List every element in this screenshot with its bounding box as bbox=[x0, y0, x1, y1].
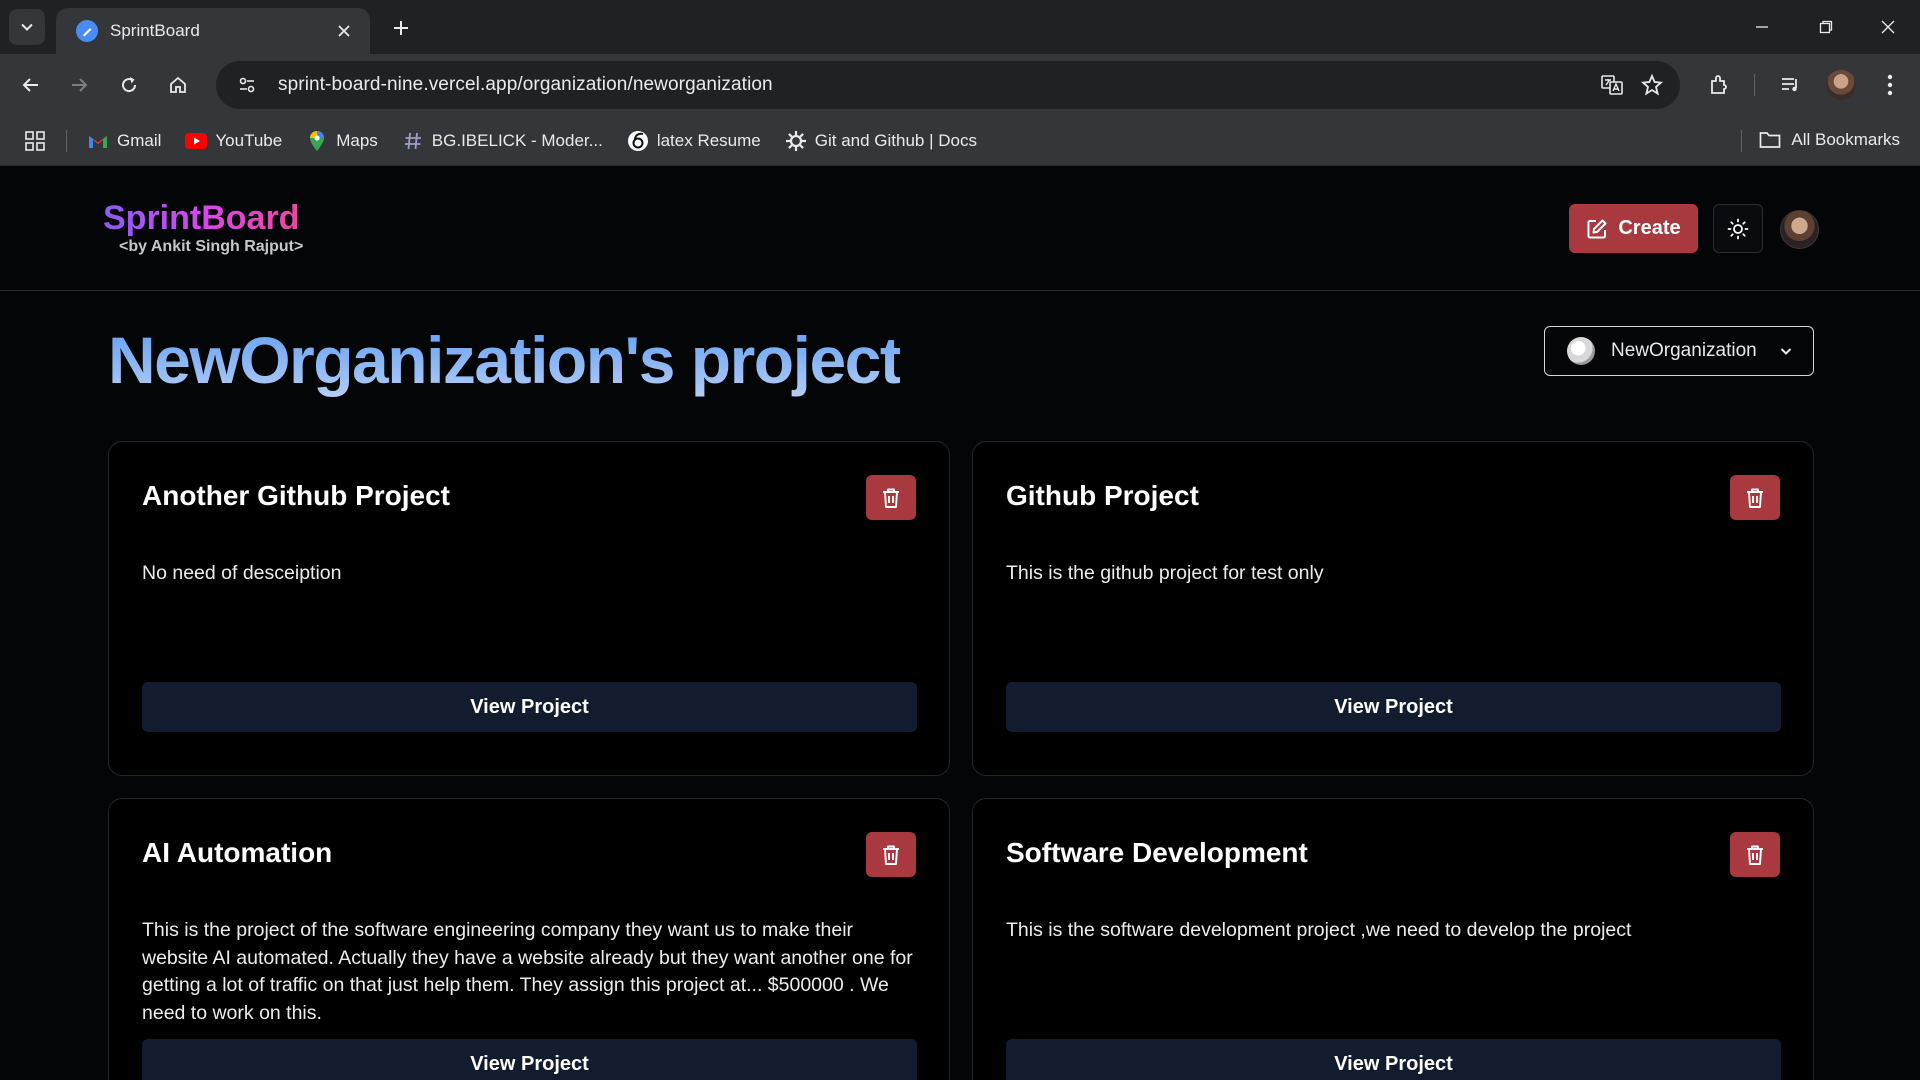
chevron-down-icon bbox=[21, 23, 33, 31]
tab-close-icon[interactable] bbox=[332, 19, 356, 43]
page-title: NewOrganization's project bbox=[108, 321, 902, 400]
translate-icon[interactable] bbox=[1592, 65, 1632, 105]
project-title: AI Automation bbox=[142, 837, 333, 868]
browser-tab-active[interactable]: SprintBoard bbox=[56, 8, 370, 54]
browser-tab-bar: SprintBoard bbox=[0, 0, 1920, 54]
youtube-icon bbox=[185, 130, 208, 152]
all-bookmarks-button[interactable]: All Bookmarks bbox=[1759, 129, 1900, 151]
bookmarks-bar: Gmail YouTube Maps BG.IBELICK - Moder...… bbox=[0, 116, 1920, 166]
back-arrow-icon[interactable] bbox=[14, 68, 48, 102]
bookmark-star-icon[interactable] bbox=[1632, 65, 1672, 105]
view-project-button[interactable]: View Project bbox=[1006, 1039, 1781, 1080]
project-card: Software Development This is the softwar… bbox=[972, 798, 1814, 1080]
trash-icon bbox=[883, 845, 899, 865]
bookmark-gmail[interactable]: Gmail bbox=[87, 130, 161, 152]
browser-menu-kebab-icon[interactable] bbox=[1871, 66, 1909, 104]
trash-icon bbox=[883, 488, 899, 508]
trash-icon bbox=[1747, 488, 1763, 508]
project-title: Github Project bbox=[1006, 480, 1199, 511]
project-description: This is the github project for test only bbox=[1006, 562, 1324, 584]
organization-switcher[interactable]: NewOrganization bbox=[1544, 326, 1814, 376]
new-tab-plus-icon[interactable] bbox=[386, 13, 416, 43]
project-card: AI Automation This is the project of the… bbox=[108, 798, 950, 1080]
tab-title: SprintBoard bbox=[110, 21, 200, 40]
project-title: Software Development bbox=[1006, 837, 1308, 868]
forward-arrow-icon[interactable] bbox=[62, 68, 96, 102]
delete-project-button[interactable] bbox=[866, 832, 916, 877]
view-project-button[interactable]: View Project bbox=[1006, 682, 1781, 732]
bookmark-latex-resume[interactable]: latex Resume bbox=[627, 130, 761, 152]
tab-search-button[interactable] bbox=[9, 9, 45, 45]
profile-avatar-icon[interactable] bbox=[1822, 66, 1860, 104]
project-title: Another Github Project bbox=[142, 480, 450, 511]
bookmark-youtube[interactable]: YouTube bbox=[185, 130, 282, 152]
delete-project-button[interactable] bbox=[866, 475, 916, 520]
folder-icon bbox=[1759, 129, 1781, 151]
chevron-down-icon bbox=[1780, 348, 1792, 355]
delete-project-button[interactable] bbox=[1730, 832, 1780, 877]
address-bar[interactable]: sprint-board-nine.vercel.app/organizatio… bbox=[216, 61, 1680, 109]
maps-icon bbox=[306, 130, 328, 152]
project-description: No need of desceiption bbox=[142, 562, 342, 584]
logo-subtitle: <by Ankit Singh Rajput> bbox=[119, 238, 304, 256]
sprintboard-app: SprintBoard <by Ankit Singh Rajput> Crea… bbox=[0, 166, 1920, 1080]
site-info-tune-icon[interactable] bbox=[230, 68, 264, 102]
project-card: Another Github Project No need of descei… bbox=[108, 441, 950, 776]
sprintboard-favicon-icon bbox=[76, 20, 98, 42]
extensions-puzzle-icon[interactable] bbox=[1700, 66, 1738, 104]
reload-icon[interactable] bbox=[112, 68, 146, 102]
media-controls-icon[interactable] bbox=[1771, 66, 1809, 104]
bookmark-bg-ibelick[interactable]: BG.IBELICK - Moder... bbox=[402, 130, 603, 152]
hash-icon bbox=[402, 130, 424, 152]
theme-toggle-button[interactable] bbox=[1713, 204, 1763, 253]
gear-icon bbox=[785, 130, 807, 152]
edit-square-icon bbox=[1587, 219, 1607, 238]
delete-project-button[interactable] bbox=[1730, 475, 1780, 520]
view-project-button[interactable]: View Project bbox=[142, 682, 917, 732]
sun-icon bbox=[1727, 218, 1749, 239]
bookmark-maps[interactable]: Maps bbox=[306, 130, 378, 152]
app-header: SprintBoard <by Ankit Singh Rajput> Crea… bbox=[0, 166, 1920, 291]
trash-icon bbox=[1747, 845, 1763, 865]
app-logo[interactable]: SprintBoard <by Ankit Singh Rajput> bbox=[103, 199, 304, 256]
home-icon[interactable] bbox=[161, 68, 195, 102]
close-window-icon[interactable] bbox=[1856, 0, 1920, 54]
organization-name: NewOrganization bbox=[1611, 340, 1757, 361]
bookmark-git-github-docs[interactable]: Git and Github | Docs bbox=[785, 130, 977, 152]
create-label: Create bbox=[1618, 217, 1681, 239]
user-avatar[interactable] bbox=[1780, 210, 1819, 249]
organization-logo bbox=[1567, 337, 1595, 365]
project-card: Github Project This is the github projec… bbox=[972, 441, 1814, 776]
restore-icon[interactable] bbox=[1794, 0, 1858, 54]
gmail-icon bbox=[87, 130, 109, 152]
apps-grid-icon[interactable] bbox=[22, 128, 48, 154]
browser-toolbar: sprint-board-nine.vercel.app/organizatio… bbox=[0, 54, 1920, 116]
project-description: This is the project of the software engi… bbox=[142, 919, 913, 1024]
logo-title: SprintBoard bbox=[103, 199, 303, 237]
overleaf-icon bbox=[627, 130, 649, 152]
view-project-button[interactable]: View Project bbox=[142, 1039, 917, 1080]
create-button[interactable]: Create bbox=[1569, 204, 1698, 253]
url-text: sprint-board-nine.vercel.app/organizatio… bbox=[278, 74, 773, 95]
minimize-icon[interactable] bbox=[1730, 0, 1794, 54]
project-description: This is the software development project… bbox=[1006, 919, 1632, 941]
